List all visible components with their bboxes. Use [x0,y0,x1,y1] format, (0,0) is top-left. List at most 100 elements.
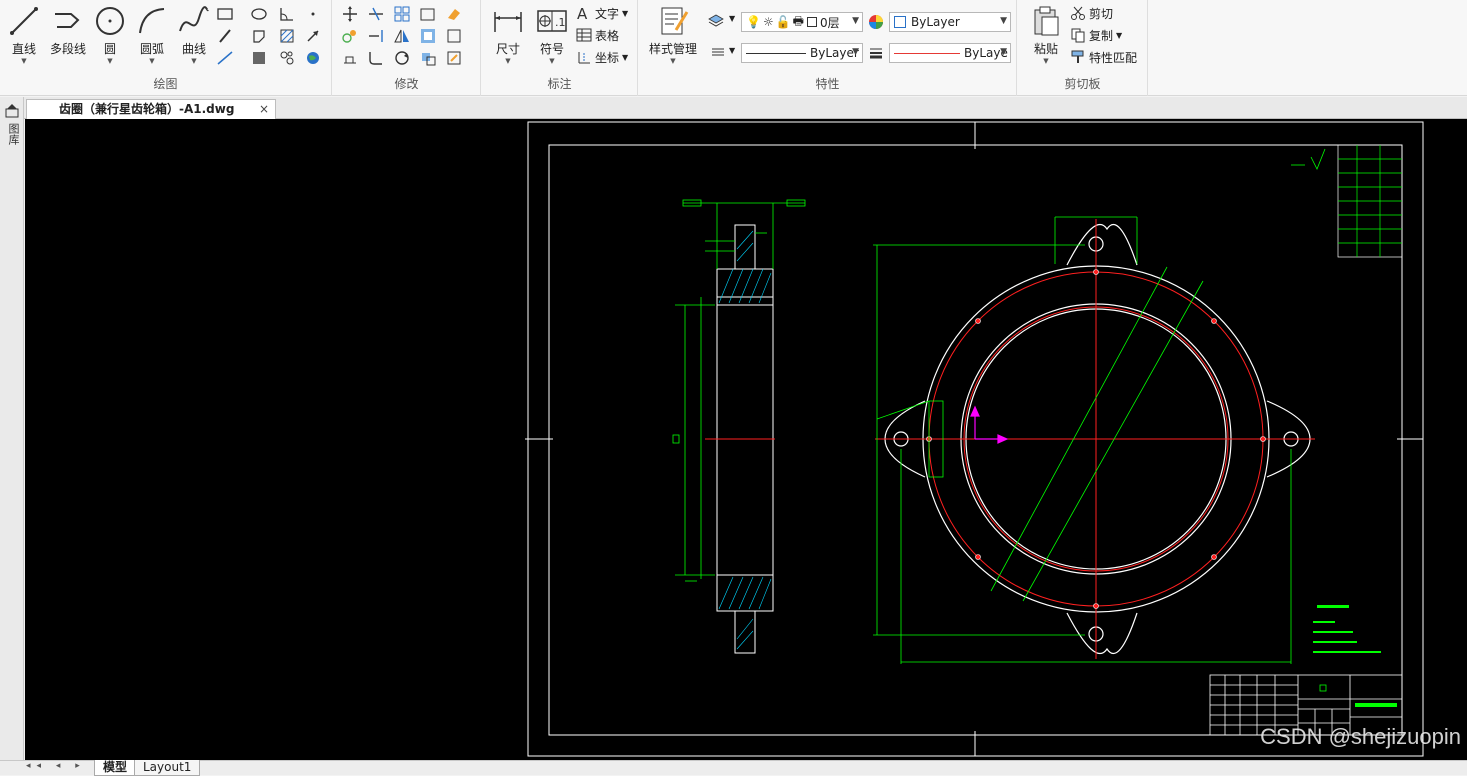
array-icon [394,6,410,22]
copy-icon [1071,28,1085,43]
rotate-tool[interactable] [393,49,411,67]
chevron-down-icon[interactable]: ▼ [132,57,172,65]
stretch-tool[interactable] [341,49,359,67]
dimension-tool[interactable]: 尺寸 ▼ [488,4,528,66]
chevron-down-icon[interactable]: ▼ [729,14,735,23]
chevron-down-icon[interactable]: ▼ [1026,57,1066,65]
color-combo[interactable]: ByLayer ▼ [889,12,1011,32]
group-icon [280,51,294,65]
coordinate-tool[interactable]: 坐标 ▼ [576,48,628,66]
chevron-down-icon[interactable]: ▼ [852,16,859,26]
copy-label: 复制 [1089,28,1114,43]
ellipse-tool[interactable] [250,5,268,23]
point-tool[interactable] [304,5,322,23]
linetype-combo[interactable]: ByLayer ▼ [741,43,863,63]
scale-tool[interactable] [419,5,437,23]
parameter-table [1337,144,1403,258]
scissors-icon [1071,6,1085,20]
color-value: ByLayer [911,15,960,29]
layer-combo[interactable]: 💡 ☼ 🔓 🖶 0层 ▼ [741,12,863,32]
library-sidebar[interactable]: 图库 [0,97,24,763]
arc-tool[interactable]: 圆弧 ▼ [132,4,172,66]
curve-tool[interactable]: 曲线 ▼ [174,4,214,66]
lineweight-tool[interactable] [867,44,885,62]
tab-document[interactable]: 齿圈（兼行星齿轮箱）-A1.dwg × [26,99,276,119]
cut-label: 剪切 [1089,6,1114,21]
chevron-down-icon[interactable]: ▼ [488,57,528,65]
insert-image-tool[interactable] [304,49,322,67]
sheet-inner-border [548,144,1403,736]
line-tool[interactable]: 直线 ▼ [4,4,44,66]
lineweight-display-tool[interactable] [709,43,727,61]
front-view [873,216,1315,664]
tab-model[interactable]: 模型 [94,760,137,776]
chevron-down-icon[interactable]: ▼ [4,57,44,65]
tab-layout1[interactable]: Layout1 [134,760,201,776]
chevron-down-icon[interactable]: ▼ [1000,47,1007,57]
block-tool[interactable] [250,49,268,67]
region-tool[interactable] [250,27,268,45]
rectangle-tool[interactable] [216,5,234,23]
move-tool[interactable] [341,5,359,23]
group-title-draw: 绘图 [153,77,178,91]
region-icon [253,30,265,43]
align-tool[interactable] [419,49,437,67]
erase-tool[interactable] [445,5,463,23]
lineweight-combo[interactable]: ByLaye ▼ [889,43,1011,63]
trim-icon [369,7,383,21]
chevron-down-icon[interactable]: ▼ [90,57,130,65]
color-wheel-tool[interactable] [867,13,885,31]
symbol-tool[interactable]: .1 符号 ▼ [532,4,572,66]
position-tolerance-icon: .1 [537,10,567,32]
angle-tool[interactable] [278,5,296,23]
circle-tool[interactable]: 圆 ▼ [90,4,130,66]
table-tool[interactable]: 表格 [576,26,619,44]
ucs-icon [970,405,1009,444]
chevron-down-icon[interactable]: ▼ [645,57,701,65]
lightbulb-icon: 💡 [746,15,761,29]
linetype-preview [746,52,806,54]
properties-edit-tool[interactable] [445,49,463,67]
cut-tool[interactable]: 剪切 [1070,4,1113,22]
style-manager-tool[interactable]: 样式管理 ▼ [645,4,701,66]
text-tool[interactable]: A 文字 ▼ [576,4,628,22]
layer-properties-tool[interactable] [707,12,725,30]
copy-tool[interactable]: 复制 ▼ [1070,26,1122,44]
chevron-down-icon[interactable]: ▼ [1000,16,1007,26]
extend-tool[interactable] [367,27,385,45]
paintbrush-icon [1071,50,1084,63]
dimension-label: 尺寸 [495,42,520,56]
hatch-tool[interactable] [278,27,296,45]
notes-block [1313,605,1381,653]
move-icon [343,6,357,22]
polyline-tool[interactable]: 多段线 [46,4,90,66]
drawing-canvas[interactable]: CSDN @shejizuopin [25,119,1467,760]
freehand-tool[interactable] [216,27,234,45]
chevron-down-icon[interactable]: ▼ [852,47,859,57]
library-icon [5,104,19,118]
polyline-label: 多段线 [49,42,86,56]
offset-tool[interactable] [419,27,437,45]
explode-tool[interactable] [445,27,463,45]
fillet-tool[interactable] [367,49,385,67]
mirror-tool[interactable] [393,27,411,45]
ribbon: 直线 ▼ 多段线 圆 ▼ 圆弧 ▼ 曲线 ▼ 绘图 修改 尺寸 ▼ .1 符号 … [0,0,1467,96]
chevron-down-icon[interactable]: ▼ [174,57,214,65]
paste-tool[interactable]: 粘贴 ▼ [1026,4,1066,66]
arc-icon [139,8,165,34]
text-icon: A [577,5,588,21]
group-title-clipboard: 剪切板 [1064,77,1101,91]
chevron-down-icon[interactable]: ▼ [532,57,572,65]
table-label: 表格 [595,28,620,43]
copy-entity-tool[interactable] [341,27,359,45]
match-properties-tool[interactable]: 特性匹配 [1070,48,1137,66]
trim-tool[interactable] [367,5,385,23]
construction-line-tool[interactable] [216,49,234,67]
close-icon[interactable]: × [259,100,269,119]
leader-tool[interactable] [304,27,322,45]
array-tool[interactable] [393,5,411,23]
point-icon [311,12,315,16]
chevron-down-icon[interactable]: ▼ [729,46,735,55]
stretch-icon [344,56,356,64]
group-tool[interactable] [278,49,296,67]
